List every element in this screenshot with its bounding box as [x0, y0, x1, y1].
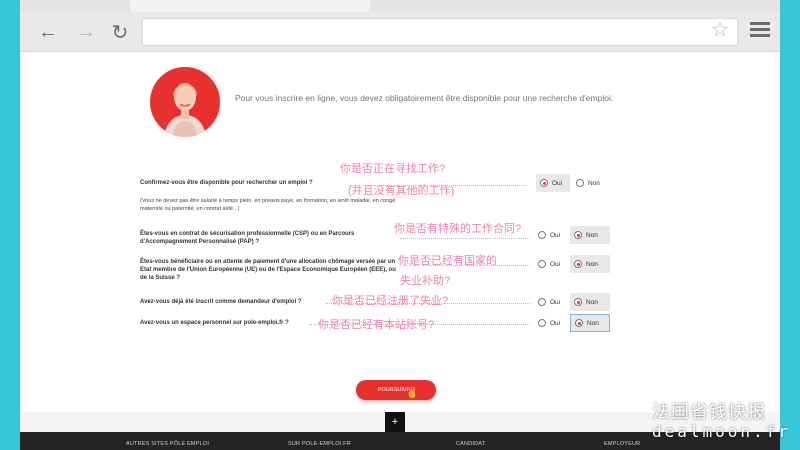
q4-non-option[interactable]: Non	[570, 293, 610, 311]
question-5-text: Avez-vous un espace personnel sur pole-e…	[140, 320, 289, 326]
tab-strip	[20, 0, 780, 12]
question-2-text: Êtes-vous en contrat de sécurisation pro…	[140, 231, 355, 245]
annotation-5: 你是否已经有本站账号?	[318, 319, 435, 331]
radio-icon	[575, 319, 583, 327]
q2-oui-option[interactable]: Oui	[534, 226, 568, 244]
dotted-leader	[400, 238, 530, 239]
radio-icon	[574, 298, 582, 306]
q2-non-option[interactable]: Non	[570, 226, 610, 244]
browser-toolbar: ← → ↻ ☆	[20, 12, 780, 52]
q3-oui-option[interactable]: Oui	[534, 255, 568, 273]
avatar	[150, 67, 220, 137]
address-bar[interactable]	[142, 18, 738, 46]
footer-link-autres-sites[interactable]: AUTRES SITES PÔLE EMPLOI	[126, 441, 209, 447]
reload-icon[interactable]: ↻	[108, 20, 132, 44]
radio-icon	[538, 319, 546, 327]
footer-link-sur-pole-emploi[interactable]: SUR POLE-EMPLOI.FR	[288, 441, 351, 447]
q1-oui-label: Oui	[552, 179, 563, 187]
annotation-2: 你是否有特殊的工作合同?	[394, 223, 522, 235]
q3-non-label: Non	[586, 260, 598, 268]
annotation-3: 你是否已经有国家的	[398, 255, 497, 267]
q1-non-label: Non	[588, 179, 600, 187]
q1-non-option[interactable]: Non	[572, 174, 610, 192]
q2-non-label: Non	[586, 231, 598, 239]
q2-oui-label: Oui	[550, 231, 561, 239]
q3-oui-label: Oui	[550, 260, 561, 268]
q5-oui-label: Oui	[550, 319, 561, 327]
menu-icon[interactable]	[750, 22, 770, 42]
footer-link-candidat[interactable]: CANDIDAT	[456, 441, 485, 447]
browser-tab[interactable]	[130, 0, 370, 12]
q4-non-label: Non	[586, 298, 598, 306]
q5-non-label: Non	[587, 319, 599, 327]
question-4-text: Avez-vous déjà été inscrit comme demande…	[140, 299, 302, 305]
q5-non-option[interactable]: Non	[570, 314, 610, 332]
background-right	[778, 0, 800, 450]
question-3-text: Êtes-vous bénéficiaire ou en attente de …	[140, 259, 396, 281]
back-icon[interactable]: ←	[36, 20, 60, 44]
radio-icon	[574, 231, 582, 239]
annotation-1: 你是否正在寻找工作?	[340, 163, 446, 175]
radio-icon	[574, 260, 582, 268]
hand-cursor-icon: ☝	[406, 388, 419, 399]
radio-icon	[538, 260, 546, 268]
poursuivre-button[interactable]: POURSUIVRE	[356, 380, 436, 400]
annotation-4: 你是否已经注册了失业?	[332, 295, 449, 307]
radio-icon	[538, 298, 546, 306]
watermark-title: 法国省钱快报	[652, 402, 766, 422]
q1-oui-option[interactable]: Oui	[536, 174, 570, 192]
expand-plus-button[interactable]: +	[385, 412, 405, 432]
question-1-note: (Vous ne devez pas être salarié à temps …	[140, 198, 396, 212]
bookmark-star-icon[interactable]: ☆	[708, 18, 732, 42]
q3-non-option[interactable]: Non	[570, 255, 610, 273]
watermark-url: dealmoon.fr	[652, 422, 791, 441]
footer-link-employeur[interactable]: EMPLOYEUR	[604, 441, 640, 447]
q4-oui-label: Oui	[550, 298, 561, 306]
intro-text: Pour vous inscrire en ligne, vous devez …	[235, 93, 614, 103]
radio-icon	[540, 179, 548, 187]
q4-oui-option[interactable]: Oui	[534, 293, 568, 311]
q5-oui-option[interactable]: Oui	[534, 314, 568, 332]
radio-icon	[538, 231, 546, 239]
forward-icon[interactable]: →	[74, 20, 98, 44]
annotation-3b: 失业补助?	[400, 275, 451, 287]
browser-window: ← → ↻ ☆ Pour vous inscrire en ligne, vou…	[20, 0, 780, 450]
radio-icon	[576, 179, 584, 187]
annotation-1b: (并且没有其他的工作)	[348, 185, 455, 197]
page-content: Pour vous inscrire en ligne, vous devez …	[20, 52, 780, 412]
